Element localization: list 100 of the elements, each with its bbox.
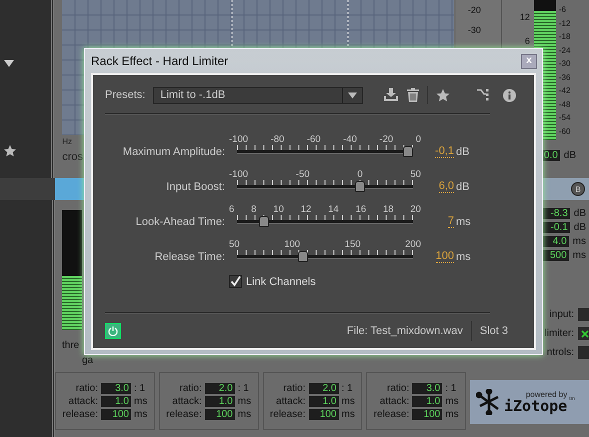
- unit-label: dB: [564, 150, 576, 161]
- logo-text: iZotope: [504, 399, 568, 414]
- unit-label: ms: [238, 396, 252, 406]
- readout-value[interactable]: 100: [308, 408, 338, 420]
- field-label: ga: [81, 355, 94, 366]
- tick-label: -100: [229, 134, 248, 145]
- star-icon[interactable]: [436, 88, 450, 102]
- trash-icon[interactable]: [407, 88, 420, 102]
- scale-label: -36: [558, 72, 570, 82]
- info-icon[interactable]: [503, 88, 516, 102]
- axis-label: Hz: [62, 137, 72, 146]
- tick-label: 14: [328, 204, 339, 215]
- presets-label: Presets:: [105, 89, 146, 101]
- tick-label: -20: [379, 134, 394, 145]
- readout-value[interactable]: 1.0: [101, 396, 131, 406]
- tick-label: -60: [306, 134, 321, 145]
- band-button[interactable]: B: [571, 182, 585, 196]
- tick-label: 18: [382, 204, 394, 215]
- slot-label: Slot 3: [480, 325, 508, 337]
- checkbox[interactable]: [578, 346, 589, 359]
- unit-label: dB: [456, 181, 470, 193]
- value-field[interactable]: -0,1: [435, 145, 454, 158]
- field-label: ratio:: [74, 382, 98, 394]
- option-label: input:: [550, 309, 574, 320]
- readout-value[interactable]: 100: [101, 408, 131, 420]
- unit-label: ms: [445, 408, 459, 420]
- tick-label: 8: [251, 204, 256, 215]
- save-icon[interactable]: [383, 88, 400, 102]
- tick-label: 12: [300, 204, 312, 215]
- slider-thumb[interactable]: [354, 181, 365, 192]
- scale-label: 6: [524, 36, 530, 46]
- readout-value[interactable]: 100: [412, 408, 442, 420]
- checkbox-label: Link Channels: [246, 276, 316, 288]
- value-field[interactable]: 6,0: [438, 180, 454, 193]
- caret-icon[interactable]: [4, 60, 14, 67]
- scale-label: -54: [558, 113, 570, 122]
- scale-label: -18: [558, 32, 570, 41]
- unit-label: ms: [134, 396, 148, 406]
- slider-track[interactable]: [237, 250, 413, 263]
- readout-value[interactable]: 3.0: [101, 382, 131, 394]
- value-field[interactable]: 100: [436, 250, 454, 263]
- tick-label: 10: [273, 204, 284, 215]
- scale-label: -20: [468, 5, 482, 15]
- checkbox[interactable]: [578, 327, 589, 340]
- unit-label: ms: [342, 408, 355, 420]
- scale-label: -24: [558, 46, 570, 54]
- readout-value[interactable]: 3.0: [412, 382, 442, 394]
- tick-label: 0: [357, 169, 363, 180]
- scale-label: -30: [558, 59, 570, 68]
- slider-track[interactable]: [237, 215, 413, 228]
- slider-thumb[interactable]: [403, 146, 413, 157]
- readout-value[interactable]: 1.0: [204, 396, 235, 406]
- unit-label: ms: [134, 408, 148, 420]
- file-name: File: Test_mixdown.wav: [346, 325, 463, 337]
- unit-label: : 1: [445, 382, 456, 394]
- readout-value[interactable]: 1.0: [412, 396, 442, 406]
- unit-label: dB: [574, 208, 586, 219]
- option-label: limiter:: [544, 328, 574, 339]
- checkbox[interactable]: [578, 308, 589, 321]
- scale-label: -60: [558, 126, 570, 136]
- tick-label: 50: [229, 239, 240, 250]
- field-label: ratio:: [178, 382, 202, 394]
- window-title: Rack Effect - Hard Limiter: [91, 54, 230, 68]
- slider-thumb[interactable]: [258, 216, 269, 227]
- field-label: attack:: [68, 396, 98, 406]
- unit-label: ms: [456, 251, 472, 263]
- readout-value[interactable]: 2.0: [204, 382, 235, 394]
- presets-dropdown[interactable]: Limit to -.1dB: [153, 86, 364, 104]
- field-label: ratio:: [386, 382, 410, 394]
- value-field[interactable]: 7: [448, 215, 454, 228]
- unit-label: dB: [574, 222, 586, 233]
- star-icon[interactable]: [4, 145, 16, 157]
- field-label: thre: [62, 340, 80, 351]
- tick-label: 200: [405, 239, 421, 250]
- scale-label: -48: [558, 100, 570, 108]
- checkbox[interactable]: [229, 275, 242, 288]
- readout-value[interactable]: 1.0: [308, 396, 338, 406]
- tick-label: 150: [344, 239, 361, 250]
- option-label: ntrols:: [546, 347, 574, 358]
- logo-tagline: powered by: [526, 390, 568, 399]
- tick-label: -40: [343, 134, 357, 145]
- tick-label: -50: [296, 169, 310, 180]
- unit-label: ms: [445, 396, 459, 406]
- slider-thumb[interactable]: [298, 251, 308, 262]
- unit-label: : 1: [134, 382, 146, 394]
- slider-track[interactable]: [237, 180, 413, 193]
- slider-track[interactable]: [237, 145, 413, 158]
- readout-value[interactable]: 100: [204, 408, 235, 420]
- field-label: release:: [372, 408, 410, 420]
- readout-value[interactable]: 2.0: [308, 382, 338, 394]
- routing-icon[interactable]: [477, 89, 489, 101]
- tick-label: -80: [270, 134, 284, 145]
- tick-label: 0: [416, 134, 421, 145]
- caption: cros: [62, 151, 84, 163]
- scale-label: -6: [558, 5, 568, 14]
- field-label: ratio:: [282, 382, 306, 394]
- unit-label: dB: [456, 146, 470, 158]
- unit-label: ms: [572, 236, 586, 247]
- tick-label: 16: [356, 204, 366, 215]
- slider-label: Input Boost:: [165, 181, 225, 193]
